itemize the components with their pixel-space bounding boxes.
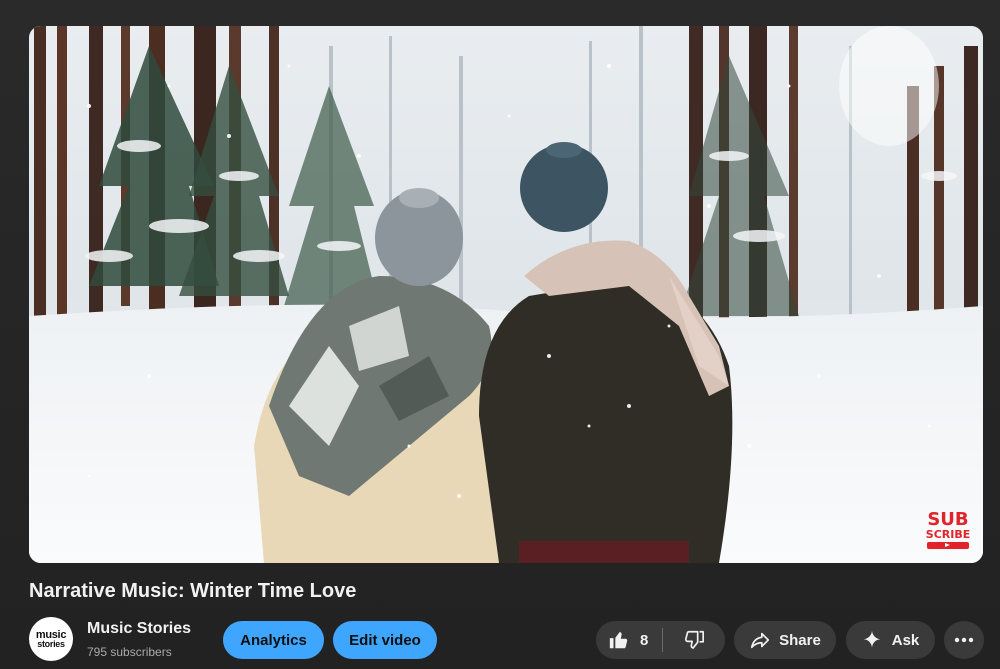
avatar-line-1: music	[35, 628, 67, 641]
channel-avatar[interactable]: music stories	[29, 617, 73, 661]
play-button-icon	[927, 542, 969, 549]
more-horizontal-icon	[954, 637, 974, 643]
channel-name[interactable]: Music Stories	[87, 620, 191, 638]
share-button[interactable]: Share	[734, 621, 836, 659]
avatar-line-2: stories	[37, 638, 65, 649]
like-button[interactable]: 8	[596, 621, 662, 659]
like-count: 8	[640, 631, 649, 649]
analytics-button[interactable]: Analytics	[223, 621, 324, 659]
subscriber-count: 795 subscribers	[87, 645, 172, 659]
more-actions-button[interactable]	[944, 621, 984, 659]
watermark-line-1: SUB	[927, 509, 969, 530]
thumbs-up-icon	[608, 629, 630, 651]
ask-label: Ask	[891, 631, 920, 649]
video-title: Narrative Music: Winter Time Love	[29, 580, 357, 602]
edit-video-button[interactable]: Edit video	[333, 621, 437, 659]
dislike-button[interactable]	[663, 621, 725, 659]
thumbs-down-icon	[683, 629, 705, 651]
subscribe-watermark[interactable]: SUB SCRIBE	[925, 511, 971, 549]
ask-button[interactable]: Ask	[846, 621, 935, 659]
share-label: Share	[779, 631, 821, 649]
video-player[interactable]: SUB SCRIBE	[29, 26, 983, 563]
share-arrow-icon	[749, 629, 771, 651]
watermark-line-2: SCRIBE	[925, 528, 971, 541]
video-frame	[29, 26, 983, 563]
like-dislike-group: 8	[596, 621, 725, 659]
sparkle-icon	[862, 630, 882, 650]
